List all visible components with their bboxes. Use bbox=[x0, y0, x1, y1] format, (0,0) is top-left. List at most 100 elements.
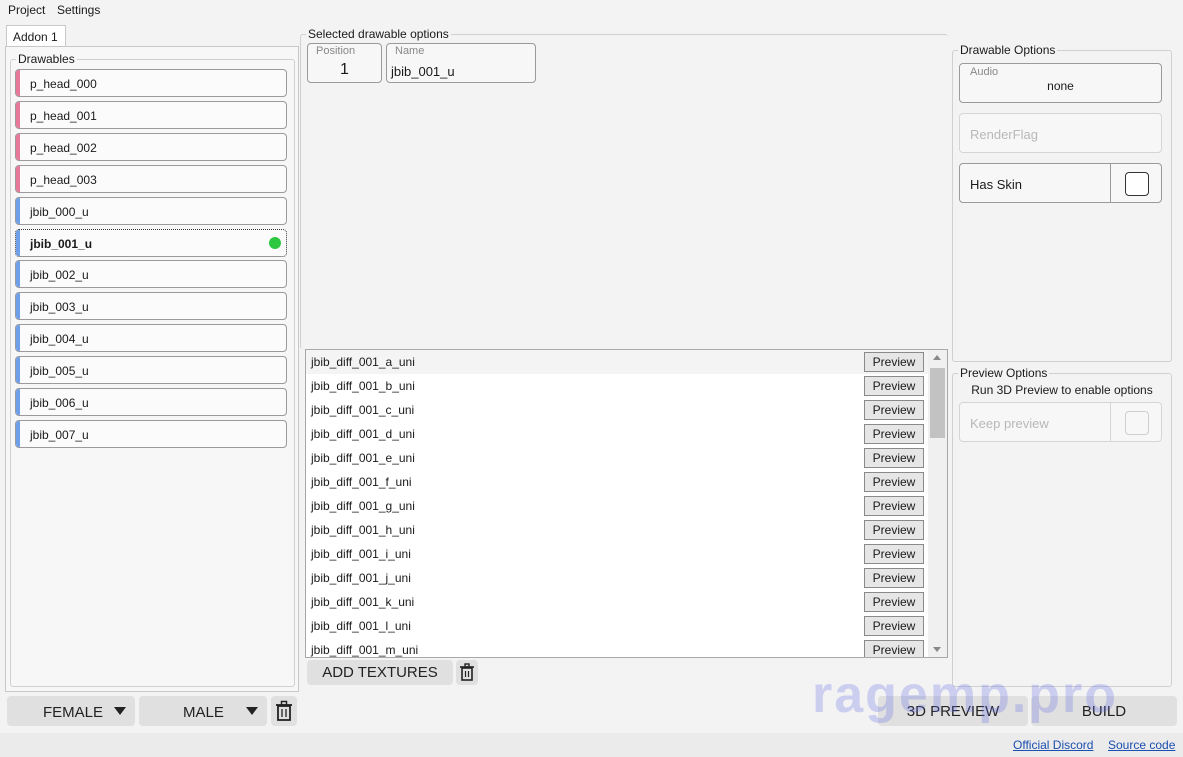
drawable-name: jbib_004_u bbox=[30, 332, 89, 347]
delete-texture-button[interactable] bbox=[456, 660, 478, 685]
drawable-name: jbib_003_u bbox=[30, 300, 89, 315]
texture-row[interactable]: jbib_diff_001_a_uni Preview bbox=[306, 350, 931, 374]
texture-row[interactable]: jbib_diff_001_i_uni Preview bbox=[306, 542, 931, 566]
texture-name: jbib_diff_001_j_uni bbox=[311, 571, 411, 585]
preview-button[interactable]: Preview bbox=[864, 616, 924, 636]
drawable-item[interactable]: jbib_005_u bbox=[15, 356, 287, 385]
texture-row[interactable]: jbib_diff_001_j_uni Preview bbox=[306, 566, 931, 590]
name-caption: Name bbox=[395, 45, 425, 57]
keep-preview-label: Keep preview bbox=[970, 416, 1049, 431]
drawable-name: p_head_000 bbox=[30, 77, 97, 91]
drawable-item[interactable]: jbib_006_u bbox=[15, 388, 287, 416]
drawable-item[interactable]: p_head_002 bbox=[15, 132, 287, 161]
watermark: ragemp.pro bbox=[812, 666, 1119, 724]
texture-row[interactable]: jbib_diff_001_b_uni Preview bbox=[306, 374, 931, 398]
drawable-color-bar bbox=[16, 420, 20, 447]
texture-name: jbib_diff_001_h_uni bbox=[311, 523, 415, 537]
tab-addon-1[interactable]: Addon 1 bbox=[6, 25, 66, 47]
keep-preview-checkbox[interactable] bbox=[1125, 411, 1149, 435]
scroll-down-icon[interactable] bbox=[933, 647, 941, 652]
menu-settings[interactable]: Settings bbox=[57, 3, 100, 17]
texture-scrollbar[interactable] bbox=[928, 350, 947, 657]
drawable-item[interactable]: p_head_003 bbox=[15, 164, 287, 193]
texture-name: jbib_diff_001_k_uni bbox=[311, 595, 415, 609]
selected-options-label: Selected drawable options bbox=[306, 27, 451, 41]
source-code-link[interactable]: Source code bbox=[1108, 738, 1175, 752]
drawable-name: jbib_000_u bbox=[30, 204, 89, 219]
drawable-color-bar bbox=[16, 133, 20, 160]
name-field[interactable]: Name jbib_001_u bbox=[386, 43, 536, 83]
drawable-name: jbib_005_u bbox=[30, 364, 89, 379]
preview-button[interactable]: Preview bbox=[864, 472, 924, 492]
add-textures-button[interactable]: ADD TEXTURES bbox=[307, 660, 453, 685]
drawable-item[interactable]: jbib_000_u bbox=[15, 196, 287, 225]
female-button[interactable]: FEMALE bbox=[7, 696, 135, 726]
drawable-color-bar bbox=[16, 357, 20, 384]
preview-button[interactable]: Preview bbox=[864, 424, 924, 444]
drawable-item[interactable]: jbib_004_u bbox=[15, 324, 287, 353]
preview-button[interactable]: Preview bbox=[864, 496, 924, 516]
preview-button[interactable]: Preview bbox=[864, 376, 924, 396]
preview-button[interactable]: Preview bbox=[864, 400, 924, 420]
selected-indicator-icon bbox=[269, 236, 281, 249]
preview-button[interactable]: Preview bbox=[864, 448, 924, 468]
drawable-name: p_head_001 bbox=[30, 108, 97, 123]
position-caption: Position bbox=[316, 45, 356, 57]
texture-row[interactable]: jbib_diff_001_m_uni Preview bbox=[306, 638, 931, 657]
audio-value: none bbox=[1047, 79, 1074, 93]
drawable-color-bar bbox=[16, 229, 20, 256]
preview-button[interactable]: Preview bbox=[864, 544, 924, 564]
texture-name: jbib_diff_001_f_uni bbox=[311, 475, 412, 489]
drawable-item[interactable]: p_head_000 bbox=[15, 69, 287, 97]
texture-name: jbib_diff_001_m_uni bbox=[311, 643, 419, 657]
has-skin-checkbox[interactable] bbox=[1125, 172, 1149, 196]
female-dropdown-icon[interactable] bbox=[114, 707, 126, 715]
renderflag-field[interactable]: RenderFlag bbox=[959, 113, 1162, 153]
texture-row[interactable]: jbib_diff_001_d_uni Preview bbox=[306, 422, 931, 446]
position-field[interactable]: Position 1 bbox=[307, 43, 382, 83]
scroll-thumb[interactable] bbox=[930, 368, 945, 438]
texture-name: jbib_diff_001_g_uni bbox=[311, 499, 415, 513]
texture-row[interactable]: jbib_diff_001_k_uni Preview bbox=[306, 590, 931, 614]
preview-options-label: Preview Options bbox=[958, 366, 1050, 380]
drawable-item[interactable]: jbib_001_u bbox=[15, 228, 287, 257]
drawable-item[interactable]: jbib_002_u bbox=[15, 260, 287, 289]
drawable-color-bar bbox=[16, 293, 20, 320]
drawable-item[interactable]: p_head_001 bbox=[15, 100, 287, 129]
texture-row[interactable]: jbib_diff_001_h_uni Preview bbox=[306, 518, 931, 542]
male-button[interactable]: MALE bbox=[139, 696, 267, 726]
texture-name: jbib_diff_001_e_uni bbox=[311, 451, 415, 465]
texture-list: jbib_diff_001_a_uni Preview jbib_diff_001_… bbox=[305, 349, 948, 658]
preview-button[interactable]: Preview bbox=[864, 640, 924, 657]
drawable-item[interactable]: jbib_003_u bbox=[15, 292, 287, 321]
audio-field[interactable]: Audio none bbox=[959, 63, 1162, 103]
keep-preview-divider bbox=[1110, 403, 1111, 441]
drawable-item[interactable]: jbib_007_u bbox=[15, 419, 287, 448]
male-dropdown-icon[interactable] bbox=[246, 707, 258, 715]
drawable-options-label: Drawable Options bbox=[958, 43, 1058, 57]
trash-icon bbox=[276, 700, 292, 721]
preview-button[interactable]: Preview bbox=[864, 592, 924, 612]
official-discord-link[interactable]: Official Discord bbox=[1013, 738, 1093, 752]
preview-button[interactable]: Preview bbox=[864, 352, 924, 372]
texture-name: jbib_diff_001_d_uni bbox=[311, 427, 415, 441]
texture-row[interactable]: jbib_diff_001_l_uni Preview bbox=[306, 614, 931, 638]
texture-row[interactable]: jbib_diff_001_f_uni Preview bbox=[306, 470, 931, 494]
drawable-name: jbib_006_u bbox=[30, 396, 89, 410]
texture-name: jbib_diff_001_l_uni bbox=[311, 619, 411, 633]
menu-bar: Project Settings bbox=[0, 0, 1183, 20]
scroll-up-icon[interactable] bbox=[933, 355, 941, 360]
texture-name: jbib_diff_001_i_uni bbox=[311, 547, 411, 561]
drawable-color-bar bbox=[16, 325, 20, 352]
audio-caption: Audio bbox=[970, 66, 999, 78]
preview-button[interactable]: Preview bbox=[864, 568, 924, 588]
drawables-label: Drawables bbox=[16, 52, 77, 66]
texture-row[interactable]: jbib_diff_001_c_uni Preview bbox=[306, 398, 931, 422]
preview-button[interactable]: Preview bbox=[864, 520, 924, 540]
has-skin-divider bbox=[1110, 164, 1111, 202]
menu-project[interactable]: Project bbox=[8, 3, 45, 17]
delete-drawable-button[interactable] bbox=[271, 696, 297, 726]
texture-row[interactable]: jbib_diff_001_e_uni Preview bbox=[306, 446, 931, 470]
texture-row[interactable]: jbib_diff_001_g_uni Preview bbox=[306, 494, 931, 518]
drawable-color-bar bbox=[16, 101, 20, 128]
